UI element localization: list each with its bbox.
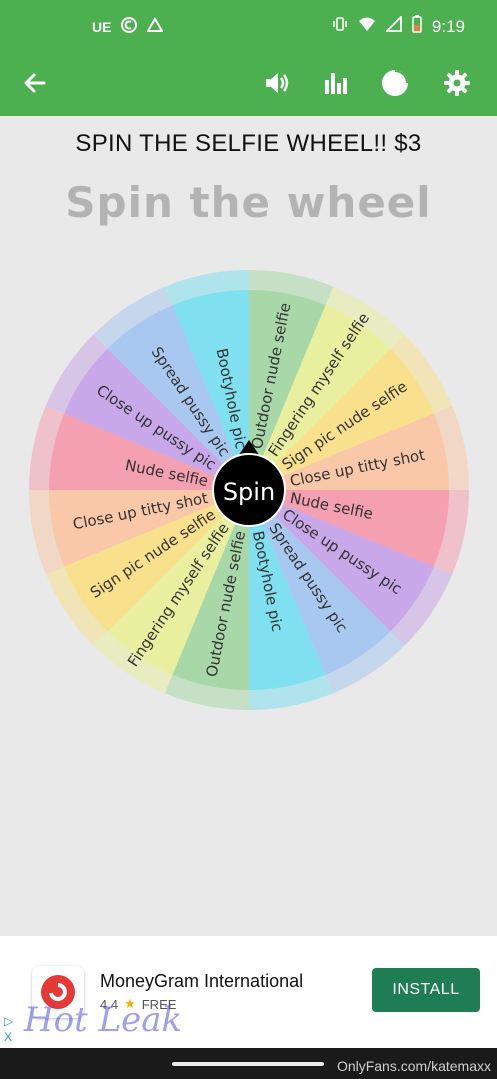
page-subtitle: Spin the wheel (65, 178, 432, 227)
ad-choices[interactable]: ▷ X (4, 1013, 13, 1045)
status-left: UE (92, 17, 165, 37)
pie-chart-icon[interactable] (378, 66, 412, 100)
gear-icon[interactable] (440, 66, 474, 100)
ad-close-icon[interactable]: X (4, 1029, 13, 1045)
circle-c-icon (121, 17, 138, 37)
volume-icon[interactable] (260, 66, 294, 100)
battery-icon (412, 15, 422, 38)
status-right: 9:19 (332, 14, 465, 38)
ad-title: MoneyGram International (100, 971, 304, 991)
app-bar (0, 52, 497, 116)
carrier-label: UE (92, 19, 112, 35)
prize-wheel[interactable]: Outdoor nude selfieFingering myself self… (0, 240, 497, 720)
back-arrow-icon[interactable] (18, 66, 52, 100)
spin-label: Spin (223, 478, 275, 506)
clock: 9:19 (431, 16, 465, 36)
home-handle[interactable] (172, 1062, 324, 1066)
watermark-logo-text: Hot Leak (24, 1000, 183, 1040)
wifi-icon (358, 16, 376, 37)
hot-leak-watermark: Hot Leak (24, 1000, 182, 1040)
site-watermark: OnlyFans.com/katemaxx (336, 1058, 491, 1074)
bar-chart-icon[interactable] (318, 66, 352, 100)
status-bar: UE 9:19 (0, 0, 497, 52)
triangle-icon (146, 17, 165, 37)
signal-icon (384, 14, 402, 37)
install-button[interactable]: INSTALL (372, 968, 480, 1012)
ad-choices-icon[interactable]: ▷ (4, 1013, 13, 1029)
vibrate-icon (332, 16, 348, 37)
page-title: SPIN THE SELFIE WHEEL!! $3 (75, 130, 422, 157)
